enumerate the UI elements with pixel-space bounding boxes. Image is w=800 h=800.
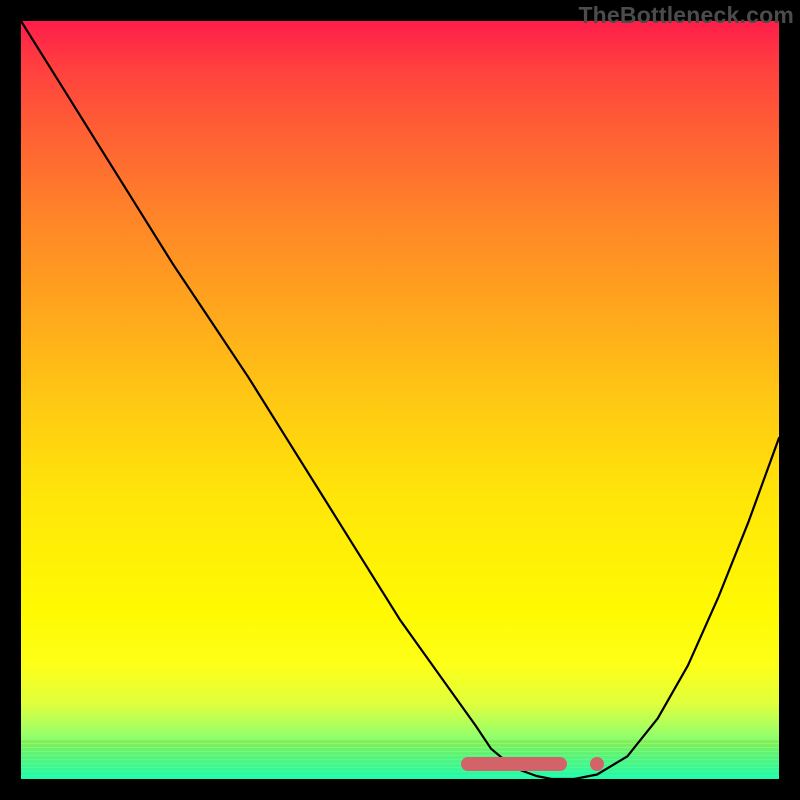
bottleneck-curve bbox=[21, 21, 779, 779]
watermark-text: TheBottleneck.com bbox=[578, 2, 794, 29]
curve-layer bbox=[21, 21, 779, 779]
optimal-range-marker bbox=[461, 757, 567, 771]
optimal-point-marker bbox=[590, 757, 604, 771]
bottleneck-chart: TheBottleneck.com bbox=[0, 0, 800, 800]
plot-area bbox=[21, 21, 779, 779]
